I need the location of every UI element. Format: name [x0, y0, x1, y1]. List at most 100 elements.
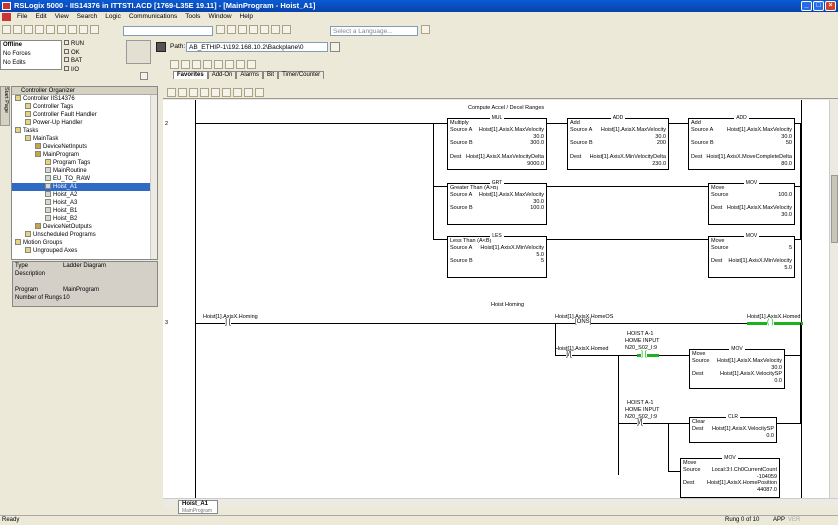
tab-scroll-left-icon[interactable] — [140, 72, 148, 80]
ladder-hscroll[interactable] — [163, 498, 838, 507]
xic-homing-contact[interactable]: ] [ — [225, 319, 231, 326]
tree-item-controller-iis14376[interactable]: Controller IIS14376 — [12, 95, 157, 103]
tab-addon[interactable]: Add-On — [207, 71, 237, 79]
verify-icon[interactable] — [227, 25, 236, 34]
goto-icon[interactable] — [200, 88, 209, 97]
network-icon[interactable] — [156, 42, 166, 52]
add-instruction-1[interactable]: ADD Add Source A Hoist[1].AxisX.MaxVeloci… — [567, 115, 669, 170]
branch-level-icon[interactable] — [192, 60, 201, 69]
tree-item-hoist-a2[interactable]: Hoist_A2 — [12, 191, 157, 199]
menu-window[interactable]: Window — [204, 12, 235, 22]
paste-icon[interactable] — [68, 25, 77, 34]
rung-icon[interactable] — [170, 60, 179, 69]
minimize-button[interactable]: _ — [801, 1, 812, 11]
mov-instruction-2[interactable]: MOV Move Source 5 Dest Hoist[1].AxisX.MinV… — [708, 233, 795, 278]
new-icon[interactable] — [2, 25, 11, 34]
mov-instruction-3[interactable]: MOV Move Source Hoist[1].AxisX.MaxVelocit… — [689, 346, 785, 389]
display-icon[interactable] — [244, 88, 253, 97]
otl-icon[interactable] — [236, 60, 245, 69]
language-go-icon[interactable] — [421, 25, 430, 34]
home-input-1-desc-a[interactable]: HOIST A-1 — [627, 331, 654, 337]
tab-timer-counter[interactable]: Timer/Counter — [278, 71, 325, 79]
menu-search[interactable]: Search — [73, 12, 102, 22]
tree-item-ungrouped-axes[interactable]: Ungrouped Axes — [12, 247, 157, 255]
find-icon[interactable] — [216, 25, 225, 34]
doc-icon[interactable] — [2, 13, 11, 21]
rung-number[interactable]: 2 — [165, 121, 168, 127]
print-icon[interactable] — [35, 25, 44, 34]
tree-item-eu-to-raw[interactable]: EU_TO_RAW — [12, 175, 157, 183]
undo-icon[interactable] — [79, 25, 88, 34]
zoom-in-icon[interactable] — [178, 88, 187, 97]
search-combo[interactable] — [123, 26, 213, 36]
redo-icon[interactable] — [90, 25, 99, 34]
ote-homed-tag[interactable]: Hoist[1].AxisX.Homed — [747, 314, 801, 320]
abc-icon[interactable] — [222, 88, 231, 97]
branch-icon[interactable] — [181, 60, 190, 69]
start-page-tab[interactable]: Start Page — [0, 86, 10, 126]
rung-comment[interactable]: Compute Accel / Decel Ranges — [468, 105, 544, 111]
home-input-1-desc-b[interactable]: HOME INPUT — [625, 338, 660, 344]
add-instruction-2[interactable]: ADD Add Source A Hoist[1].AxisX.MaxVeloci… — [688, 115, 795, 170]
copy-icon[interactable] — [57, 25, 66, 34]
tag-filter-icon[interactable] — [233, 88, 242, 97]
organizer-scrollbar[interactable] — [150, 95, 157, 259]
mul-instruction[interactable]: MUL Multiply Source A Hoist[1].AxisX.MaxV… — [447, 115, 547, 170]
mov-instruction-4[interactable]: MOV Move Source Local:3:I.Ch0CurrentCount… — [680, 455, 780, 498]
menu-help[interactable]: Help — [236, 12, 257, 22]
rung-number-3[interactable]: 3 — [165, 320, 168, 326]
home-input-2-contact[interactable]: ]/[ — [637, 419, 643, 426]
save-icon[interactable] — [24, 25, 33, 34]
tree-item-hoist-b1[interactable]: Hoist_B1 — [12, 207, 157, 215]
xio-icon[interactable] — [214, 60, 223, 69]
tree-item-devicenetoutputs[interactable]: DeviceNetOutputs — [12, 223, 157, 231]
rung-comment-3[interactable]: Hoist Homing — [491, 302, 524, 308]
zoom-icon[interactable] — [249, 25, 258, 34]
otu-icon[interactable] — [247, 60, 256, 69]
tree-item-power-up-handler[interactable]: Power-Up Handler — [12, 119, 157, 127]
close-button[interactable]: × — [825, 1, 836, 11]
tree-item-hoist-b2[interactable]: Hoist_B2 — [12, 215, 157, 223]
tree-item-controller-fault-handler[interactable]: Controller Fault Handler — [12, 111, 157, 119]
tree-item-hoist-a3[interactable]: Hoist_A3 — [12, 199, 157, 207]
properties-button-icon[interactable] — [167, 88, 176, 97]
tree-item-hoist-a1[interactable]: Hoist_A1 — [12, 183, 157, 191]
tree-item-mainprogram[interactable]: MainProgram — [12, 151, 157, 159]
format-icon[interactable] — [255, 88, 264, 97]
maximize-button[interactable]: □ — [813, 1, 824, 11]
menu-view[interactable]: View — [51, 12, 73, 22]
tree-item-unscheduled-programs[interactable]: Unscheduled Programs — [12, 231, 157, 239]
properties-icon[interactable] — [260, 25, 269, 34]
home-input-1-contact[interactable]: ] [ — [641, 351, 647, 358]
tab-alarms[interactable]: Alarms — [236, 71, 264, 79]
xic-icon[interactable] — [203, 60, 212, 69]
tree-item-motion-groups[interactable]: Motion Groups — [12, 239, 157, 247]
mov-instruction-1[interactable]: MOV Move Source 100.0 Dest Hoist[1].AxisX.… — [708, 180, 795, 225]
menu-edit[interactable]: Edit — [31, 12, 50, 22]
ote-homed-coil[interactable]: ( ) — [767, 319, 774, 326]
tree-item-mainroutine[interactable]: MainRoutine — [12, 167, 157, 175]
cut-icon[interactable] — [46, 25, 55, 34]
sheet-tab[interactable]: Hoist_A1 MainProgram — [178, 500, 218, 514]
menu-communications[interactable]: Communications — [125, 12, 181, 22]
tree-item-maintask[interactable]: MainTask — [12, 135, 157, 143]
menu-file[interactable]: File — [13, 12, 31, 22]
ladder-vscroll[interactable] — [829, 100, 838, 498]
tree-item-tasks[interactable]: Tasks — [12, 127, 157, 135]
tab-favorites[interactable]: Favorites — [173, 71, 208, 79]
language-select[interactable]: Select a Language... — [330, 26, 418, 36]
tree-item-program-tags[interactable]: Program Tags — [12, 159, 157, 167]
les-instruction[interactable]: LES Less Than (A<B) Source A Hoist[1].Axi… — [447, 233, 547, 278]
path-combo[interactable]: AB_ETHIP-1\192.168.10.2\Backplane\0 — [186, 42, 328, 52]
ons-instruction[interactable]: [ONS] — [575, 319, 592, 325]
xio-homed-contact[interactable]: ]/[ — [566, 351, 572, 358]
help-icon[interactable] — [282, 25, 291, 34]
home-input-2-desc-a[interactable]: HOIST A-1 — [627, 400, 654, 406]
tree-item-devicenetinputs[interactable]: DeviceNetInputs — [12, 143, 157, 151]
grt-instruction[interactable]: GRT Greater Than (A>B) Source A Hoist[1].… — [447, 180, 547, 225]
menu-tools[interactable]: Tools — [181, 12, 204, 22]
cross-ref-icon[interactable] — [271, 25, 280, 34]
tab-bit[interactable]: Bit — [263, 71, 279, 79]
path-browse-icon[interactable] — [330, 42, 340, 52]
zoom-out-icon[interactable] — [189, 88, 198, 97]
